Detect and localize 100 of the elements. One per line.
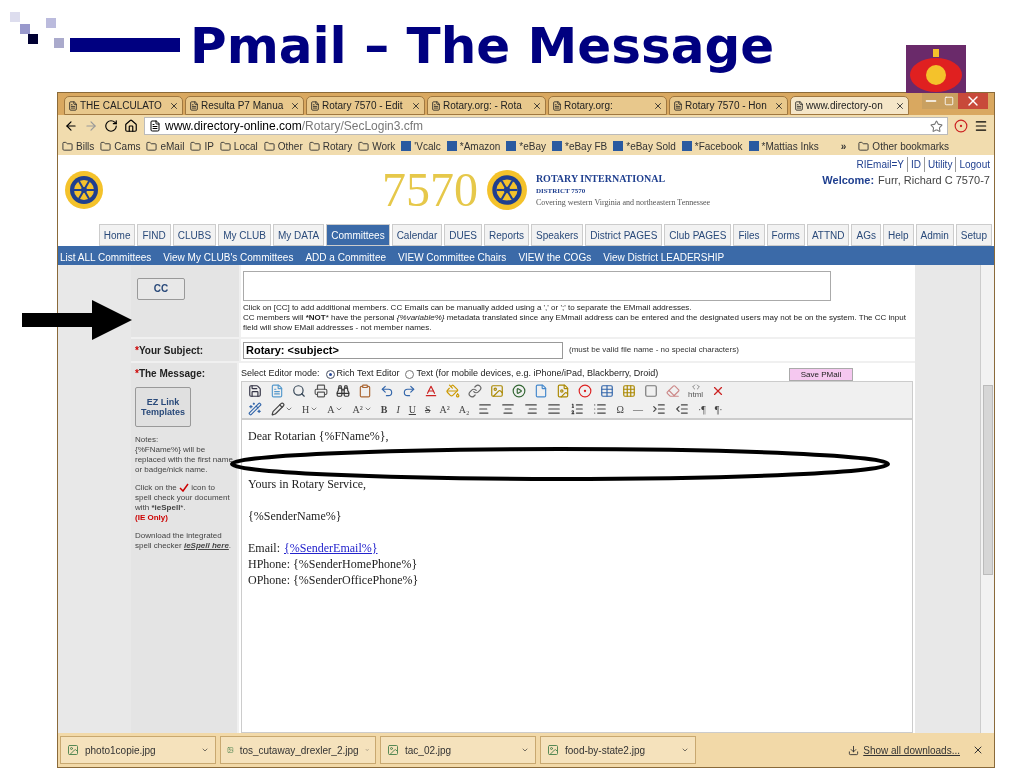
format-dropdown[interactable]: A² bbox=[352, 401, 372, 417]
nav-tab[interactable]: Committees bbox=[326, 224, 390, 246]
header-link[interactable]: RIEmail=Y bbox=[856, 157, 904, 172]
download-item[interactable]: tac_02.jpg bbox=[380, 736, 536, 764]
radio-button[interactable] bbox=[325, 369, 335, 379]
format-button[interactable]: S bbox=[424, 401, 431, 417]
cc-input-field[interactable] bbox=[243, 271, 831, 301]
style-icon[interactable] bbox=[248, 402, 262, 416]
nav-tab[interactable]: Setup bbox=[955, 224, 992, 246]
bookmark-item[interactable]: Local bbox=[219, 138, 258, 154]
nav-tab[interactable]: Calendar bbox=[391, 224, 443, 246]
nav-tab[interactable]: Forms bbox=[766, 224, 805, 246]
browser-tab[interactable]: Rotary 7570 - Edit bbox=[306, 96, 425, 115]
symbol-button[interactable]: — bbox=[632, 401, 643, 417]
pencil-icon[interactable] bbox=[271, 402, 285, 416]
media-icon[interactable] bbox=[512, 384, 526, 398]
bookmark-item[interactable]: eMail bbox=[146, 138, 185, 154]
binoculars-icon[interactable] bbox=[336, 384, 350, 398]
bookmark-item[interactable]: IP bbox=[190, 138, 214, 154]
format-button[interactable]: A² bbox=[439, 401, 450, 417]
browser-tab[interactable]: Rotary.org: - Rota bbox=[427, 96, 546, 115]
subnav-link[interactable]: VIEW the COGs bbox=[518, 249, 592, 265]
align-left-icon[interactable] bbox=[478, 402, 493, 416]
show-all-downloads-link[interactable]: Show all downloads... bbox=[863, 742, 960, 758]
bookmark-item[interactable]: *eBay FB bbox=[552, 138, 608, 154]
close-icon[interactable] bbox=[532, 100, 542, 111]
clipboard-icon[interactable] bbox=[358, 384, 372, 398]
browser-tab[interactable]: Resulta P7 Manua bbox=[185, 96, 304, 115]
frame-icon[interactable] bbox=[644, 384, 658, 398]
download-item[interactable]: tos_cutaway_drexler_2.jpg bbox=[220, 736, 376, 764]
bookmark-item[interactable]: Other bbox=[263, 138, 303, 154]
nav-tab[interactable]: ATTND bbox=[806, 224, 850, 246]
bullet-list-icon[interactable] bbox=[593, 402, 608, 416]
redo-icon[interactable] bbox=[402, 384, 416, 398]
bookmark-item[interactable]: Other bookmarks bbox=[858, 138, 950, 154]
more-bookmarks-chevron[interactable]: » bbox=[840, 138, 847, 154]
header-link[interactable]: ID bbox=[906, 157, 921, 172]
iespell-link[interactable]: ieSpell here bbox=[183, 541, 229, 550]
bookmark-item[interactable]: *Amazon bbox=[446, 138, 501, 154]
browser-tab[interactable]: www.directory-on bbox=[790, 96, 909, 115]
outdent-icon[interactable] bbox=[674, 402, 689, 416]
nav-tab[interactable]: My CLUB bbox=[218, 224, 271, 246]
page-icon[interactable] bbox=[534, 384, 548, 398]
nav-tab[interactable]: AGs bbox=[851, 224, 881, 246]
close-icon[interactable] bbox=[972, 744, 984, 756]
bookmark-item[interactable]: *Mattias Inks bbox=[748, 138, 819, 154]
close-icon[interactable] bbox=[653, 100, 663, 111]
nav-tab[interactable]: My DATA bbox=[273, 224, 325, 246]
format-button[interactable]: U bbox=[408, 401, 416, 417]
record-icon[interactable] bbox=[578, 384, 592, 398]
align-center-icon[interactable] bbox=[501, 402, 516, 416]
bookmark-item[interactable]: Bills bbox=[62, 138, 95, 154]
nav-tab[interactable]: Speakers bbox=[531, 224, 584, 246]
align-justify-icon[interactable] bbox=[547, 402, 562, 416]
browser-tab[interactable]: Rotary 7570 - Hon bbox=[669, 96, 788, 115]
grid-icon[interactable] bbox=[622, 384, 636, 398]
dropdown-caret-icon[interactable] bbox=[285, 405, 293, 413]
cc-button[interactable]: CC bbox=[137, 277, 185, 300]
nav-tab[interactable]: District PAGES bbox=[585, 224, 663, 246]
subnav-link[interactable]: View My CLUB's Committees bbox=[163, 249, 294, 265]
paragraph-direction-button[interactable]: ·¶ bbox=[697, 401, 706, 417]
close-icon[interactable] bbox=[958, 93, 988, 109]
align-right-icon[interactable] bbox=[524, 402, 539, 416]
format-button[interactable]: A₂ bbox=[458, 401, 470, 417]
bookmark-item[interactable]: *eBay bbox=[506, 138, 546, 154]
bookmark-item[interactable]: 'Vcalc bbox=[401, 138, 441, 154]
scrollbar[interactable] bbox=[980, 265, 994, 733]
nav-tab[interactable]: Files bbox=[733, 224, 765, 246]
bookmark-item[interactable]: Rotary bbox=[308, 138, 353, 154]
nav-tab[interactable]: Admin bbox=[915, 224, 954, 246]
bookmark-item[interactable]: *eBay Sold bbox=[613, 138, 676, 154]
bookmark-item[interactable]: *Facebook bbox=[681, 138, 743, 154]
paragraph-direction-button[interactable]: ¶· bbox=[714, 401, 723, 417]
link-icon[interactable] bbox=[468, 384, 482, 398]
radio-button[interactable] bbox=[405, 369, 415, 379]
ez-link-templates-button[interactable]: EZ Link Templates bbox=[135, 387, 191, 427]
save-icon[interactable] bbox=[248, 384, 262, 398]
home-icon[interactable] bbox=[124, 119, 138, 133]
close-icon[interactable] bbox=[895, 100, 905, 111]
file-image-icon[interactable] bbox=[556, 384, 570, 398]
nav-tab[interactable]: Club PAGES bbox=[664, 224, 732, 246]
numbered-list-icon[interactable] bbox=[570, 402, 585, 416]
browser-tab[interactable]: Rotary.org: bbox=[548, 96, 667, 115]
printer-icon[interactable] bbox=[314, 384, 328, 398]
html-source-button[interactable]: html bbox=[688, 383, 704, 399]
text-color-icon[interactable] bbox=[424, 384, 438, 398]
close-icon[interactable] bbox=[774, 100, 784, 111]
browser-tab[interactable]: THE CALCULATO bbox=[64, 96, 183, 115]
nav-tab[interactable]: CLUBS bbox=[172, 224, 217, 246]
bookmark-star-icon[interactable] bbox=[930, 119, 943, 133]
format-button[interactable]: I bbox=[396, 401, 400, 417]
save-pmail-button[interactable]: Save PMail bbox=[789, 367, 853, 381]
subject-field[interactable]: Rotary: <subject> bbox=[243, 341, 563, 359]
subnav-link[interactable]: VIEW Committee Chairs bbox=[398, 249, 507, 265]
close-icon[interactable] bbox=[290, 100, 300, 111]
close-icon[interactable] bbox=[411, 100, 421, 111]
address-field[interactable]: www.directory-online.com/Rotary/SecLogin3.cfm bbox=[144, 117, 948, 135]
nav-tab[interactable]: Home bbox=[98, 224, 136, 246]
search-icon[interactable] bbox=[292, 384, 306, 398]
subnav-link[interactable]: ADD a Committee bbox=[305, 249, 386, 265]
